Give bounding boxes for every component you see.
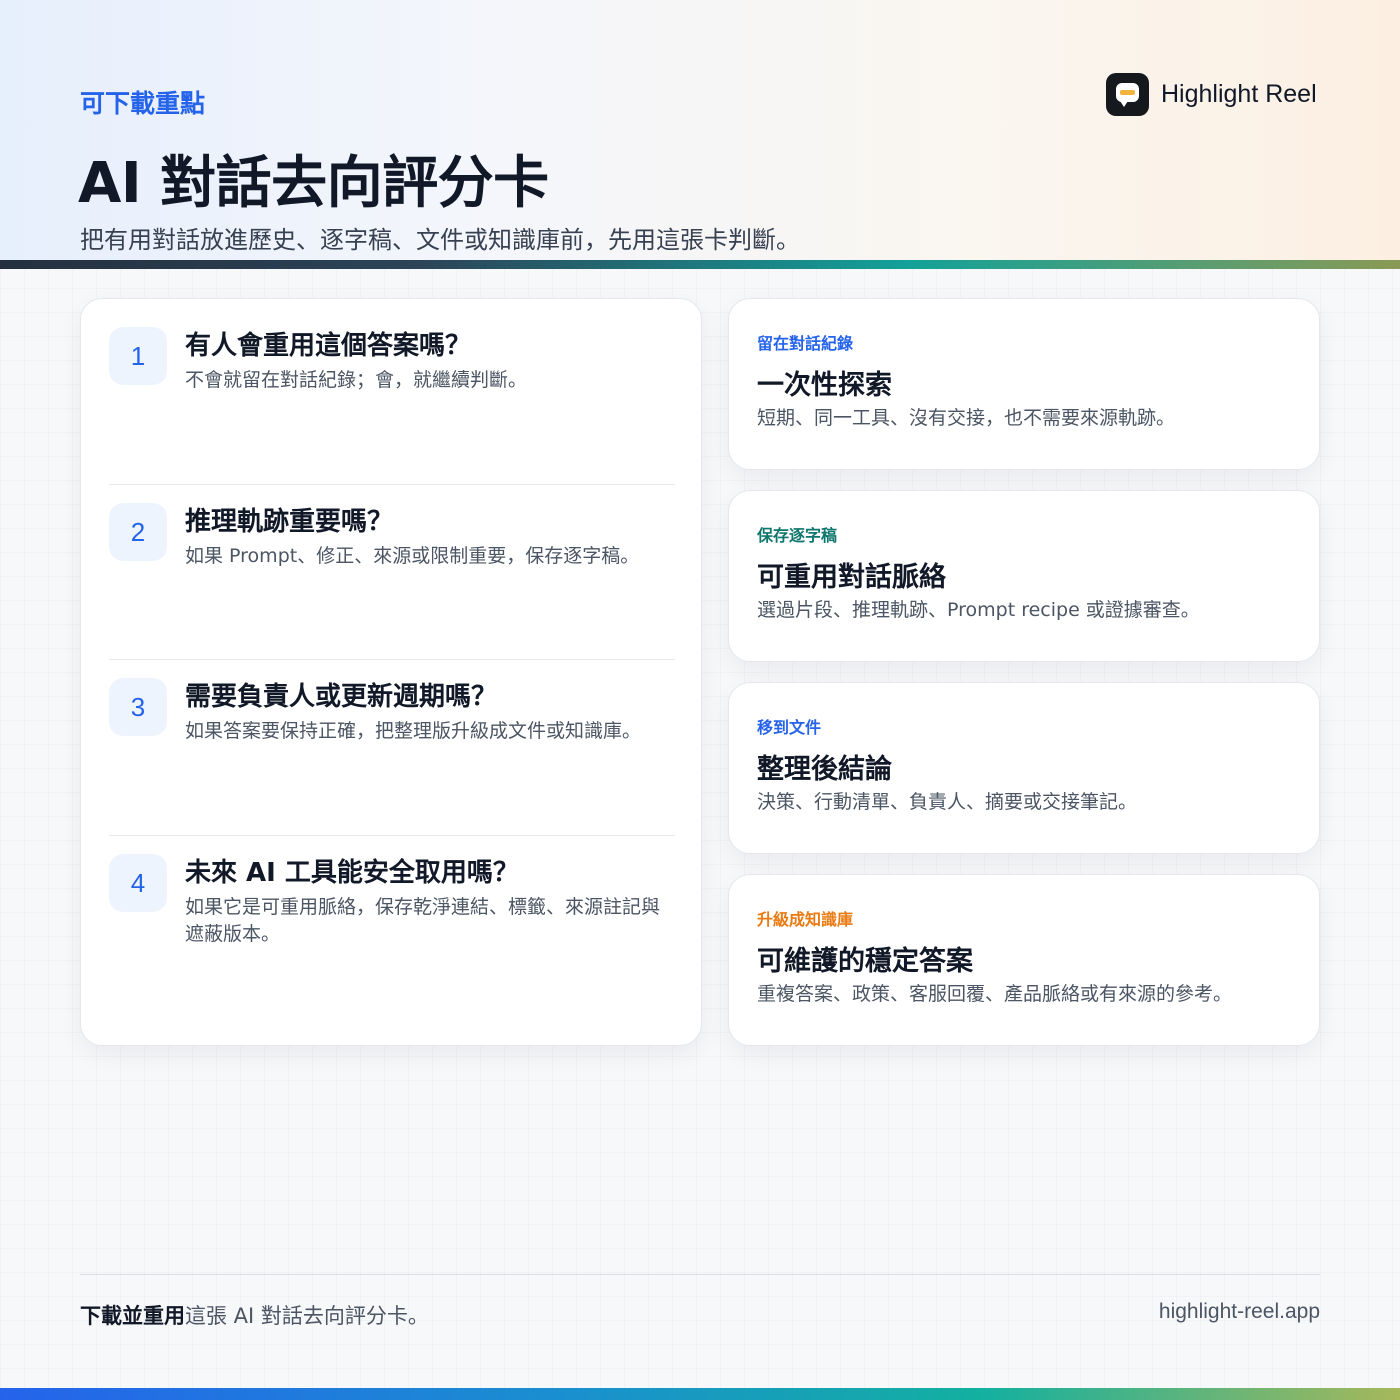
- step-title: 有人會重用這個答案嗎？: [185, 331, 472, 361]
- destination-tag: 保存逐字稿: [757, 526, 838, 545]
- destination-title: 可重用對話脈絡: [757, 562, 946, 593]
- step-divider: [109, 659, 675, 660]
- step-description: 如果答案要保持正確，把整理版升級成文件或知識庫。: [185, 720, 642, 742]
- step-description: 如果 Prompt、修正、來源或限制重要，保存逐字稿。: [185, 545, 640, 567]
- step-divider: [109, 835, 675, 836]
- destination-card-chat-history: 留在對話紀錄 一次性探索 短期、同一工具、沒有交接，也不需要來源軌跡。: [728, 298, 1320, 470]
- chat-bubble-icon: [1106, 72, 1149, 116]
- destination-card-transcript: 保存逐字稿 可重用對話脈絡 選過片段、推理軌跡、Prompt recipe 或證…: [728, 490, 1320, 662]
- destination-description: 短期、同一工具、沒有交接，也不需要來源軌跡。: [757, 407, 1176, 429]
- step-number-badge: 3: [109, 678, 167, 736]
- destination-title: 可維護的穩定答案: [757, 946, 973, 977]
- destination-title: 整理後結論: [757, 754, 892, 785]
- page-subtitle: 把有用對話放進歷史、逐字稿、文件或知識庫前，先用這張卡判斷。: [80, 226, 800, 254]
- step-number-badge: 1: [109, 327, 167, 385]
- step-title: 未來 AI 工具能安全取用嗎？: [185, 858, 519, 888]
- footer-url-link[interactable]: highlight-reel.app: [1159, 1300, 1320, 1324]
- step-title: 需要負責人或更新週期嗎？: [185, 682, 498, 712]
- footer-divider: [80, 1274, 1320, 1275]
- step-description: 不會就留在對話紀錄；會，就繼續判斷。: [185, 369, 528, 391]
- page-title: AI 對話去向評分卡: [78, 151, 549, 216]
- footer-cta-text: 這張 AI 對話去向評分卡。: [185, 1304, 429, 1328]
- destination-description: 重複答案、政策、客服回覆、產品脈絡或有來源的參考。: [757, 983, 1233, 1005]
- destination-tag: 升級成知識庫: [757, 910, 854, 929]
- destination-title: 一次性探索: [757, 370, 892, 401]
- brand-name: Highlight Reel: [1161, 79, 1317, 108]
- footer-cta: 下載並重用這張 AI 對話去向評分卡。: [80, 1300, 429, 1330]
- step-number-badge: 4: [109, 854, 167, 912]
- brand-logo-link[interactable]: Highlight Reel: [1106, 72, 1317, 116]
- bottom-accent-stripe: [0, 1388, 1400, 1400]
- decision-steps-card: 1 有人會重用這個答案嗎？ 不會就留在對話紀錄；會，就繼續判斷。 2 推理軌跡重…: [80, 298, 702, 1046]
- destination-tag: 移到文件: [757, 718, 822, 737]
- step-number-badge: 2: [109, 503, 167, 561]
- step-description: 如果它是可重用脈絡，保存乾淨連結、標籤、來源註記與遮蔽版本。: [185, 896, 661, 945]
- destination-description: 選過片段、推理軌跡、Prompt recipe 或證據審查。: [757, 599, 1200, 621]
- destination-card-knowledge-base: 升級成知識庫 可維護的穩定答案 重複答案、政策、客服回覆、產品脈絡或有來源的參考…: [728, 874, 1320, 1046]
- destination-description: 決策、行動清單、負責人、摘要或交接筆記。: [757, 791, 1138, 813]
- destination-card-document: 移到文件 整理後結論 決策、行動清單、負責人、摘要或交接筆記。: [728, 682, 1320, 854]
- header-divider-stripe: [0, 260, 1400, 269]
- step-divider: [109, 484, 675, 485]
- destination-tag: 留在對話紀錄: [757, 334, 854, 353]
- eyebrow-label: 可下載重點: [80, 89, 206, 118]
- step-title: 推理軌跡重要嗎？: [185, 507, 394, 537]
- footer-cta-bold: 下載並重用: [80, 1304, 185, 1328]
